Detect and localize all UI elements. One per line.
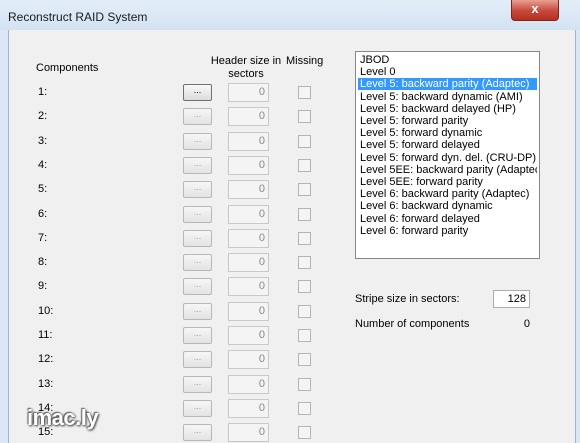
browse-button[interactable]: ... <box>183 84 212 101</box>
component-row-label: 4: <box>38 158 48 171</box>
header-size-input[interactable]: 0 <box>228 350 269 370</box>
header-size-input[interactable]: 0 <box>228 277 269 297</box>
missing-checkbox[interactable] <box>298 183 311 197</box>
components-heading: Components <box>36 62 99 74</box>
stripe-size-label: Stripe size in sectors: <box>355 293 460 305</box>
component-row-label: 5: <box>38 183 48 196</box>
raid-level-option[interactable]: JBOD <box>358 54 537 66</box>
browse-button[interactable]: ... <box>183 205 212 223</box>
raid-level-option[interactable]: Level 5: backward dynamic (AMI) <box>358 91 537 103</box>
header-size-input[interactable]: 0 <box>228 204 269 224</box>
missing-checkbox[interactable] <box>298 353 311 367</box>
raid-level-list[interactable]: JBOD Level 0 Level 5: backward parity (Ada… <box>355 51 540 259</box>
missing-checkbox[interactable] <box>298 377 311 391</box>
missing-checkbox[interactable] <box>298 329 311 342</box>
header-size-input[interactable]: 0 <box>228 398 269 418</box>
missing-heading: Missing <box>286 55 324 67</box>
raid-level-option[interactable]: Level 6: backward dynamic <box>358 200 537 212</box>
missing-checkbox[interactable] <box>298 256 311 270</box>
dialog-body: Components Header size in sectors Missin… <box>8 30 576 443</box>
browse-button[interactable]: ... <box>183 254 212 272</box>
header-size-input[interactable]: 0 <box>228 180 269 200</box>
missing-checkbox[interactable] <box>298 207 311 221</box>
number-of-components-value: 0 <box>523 318 530 330</box>
browse-button[interactable]: ... <box>183 156 212 174</box>
raid-level-option[interactable]: Level 6: forward parity <box>358 225 537 237</box>
component-row-label: 13: <box>38 377 54 390</box>
missing-checkbox[interactable] <box>298 86 311 99</box>
component-row-label: 7: <box>38 231 48 244</box>
header-size-input[interactable]: 0 <box>228 374 269 394</box>
header-size-input[interactable]: 0 <box>228 326 269 345</box>
title-bar: Reconstruct RAID System x <box>0 0 580 30</box>
missing-checkbox[interactable] <box>298 158 311 172</box>
raid-level-option[interactable]: Level 6: backward parity (Adaptec) <box>358 188 537 200</box>
browse-button[interactable]: ... <box>183 375 212 393</box>
component-row-label: 2: <box>38 110 48 123</box>
header-size-input[interactable]: 0 <box>228 83 269 102</box>
header-size-input[interactable]: 0 <box>228 131 269 151</box>
header-size-input[interactable]: 0 <box>228 301 269 321</box>
raid-level-option[interactable]: Level 5: backward delayed (HP) <box>358 103 537 115</box>
number-of-components-label: Number of components <box>355 318 470 330</box>
missing-checkbox[interactable] <box>298 304 311 318</box>
missing-checkbox[interactable] <box>298 231 311 245</box>
header-size-input[interactable]: 0 <box>228 423 269 443</box>
browse-button[interactable]: ... <box>183 108 212 126</box>
browse-button[interactable]: ... <box>183 278 212 296</box>
header-size-input[interactable]: 0 <box>228 107 269 127</box>
close-button[interactable]: x <box>511 0 559 21</box>
raid-level-option[interactable]: Level 5: forward parity <box>358 115 537 127</box>
component-row-label: 8: <box>38 256 48 269</box>
browse-button[interactable]: ... <box>183 327 212 344</box>
raid-level-option[interactable]: Level 5: backward parity (Adaptec) <box>358 78 537 91</box>
component-row-label: 12: <box>38 353 54 366</box>
browse-button[interactable]: ... <box>183 132 212 150</box>
header-size-input[interactable]: 0 <box>228 155 269 175</box>
watermark-logo: imac.ly <box>27 405 99 430</box>
browse-button[interactable]: ... <box>183 302 212 320</box>
component-row-label: 10: <box>38 304 54 317</box>
component-row-label: 9: <box>38 280 48 293</box>
close-icon: x <box>531 1 539 16</box>
component-row-label: 1: <box>38 86 48 98</box>
missing-checkbox[interactable] <box>298 426 311 440</box>
header-size-input[interactable]: 0 <box>228 253 269 273</box>
raid-level-option[interactable]: Level 5EE: forward parity <box>358 176 537 188</box>
raid-level-option[interactable]: Level 5EE: backward parity (Adaptec) <box>358 164 537 176</box>
missing-checkbox[interactable] <box>298 280 311 294</box>
raid-level-option[interactable]: Level 5: forward dynamic <box>358 127 537 139</box>
browse-button[interactable]: ... <box>183 229 212 247</box>
browse-button[interactable]: ... <box>183 399 212 417</box>
browse-button[interactable]: ... <box>183 424 212 442</box>
browse-button[interactable]: ... <box>183 351 212 369</box>
component-row-label: 6: <box>38 207 48 220</box>
window-title: Reconstruct RAID System <box>8 10 148 24</box>
raid-level-option[interactable]: Level 5: forward delayed <box>358 139 537 151</box>
raid-level-option[interactable]: Level 0 <box>358 66 537 78</box>
header-size-heading: Header size in sectors <box>210 55 282 80</box>
component-row-label: 11: <box>38 329 53 341</box>
header-size-input[interactable]: 0 <box>228 228 269 248</box>
missing-checkbox[interactable] <box>298 134 311 148</box>
stripe-size-input[interactable]: 128 <box>493 290 530 308</box>
component-row-label: 3: <box>38 134 48 147</box>
raid-level-option[interactable]: Level 5: forward dyn. del. (CRU-DP) <box>358 152 537 164</box>
raid-level-option[interactable]: Level 6: forward delayed <box>358 213 537 225</box>
missing-checkbox[interactable] <box>298 110 311 124</box>
missing-checkbox[interactable] <box>298 401 311 415</box>
browse-button[interactable]: ... <box>183 181 212 199</box>
